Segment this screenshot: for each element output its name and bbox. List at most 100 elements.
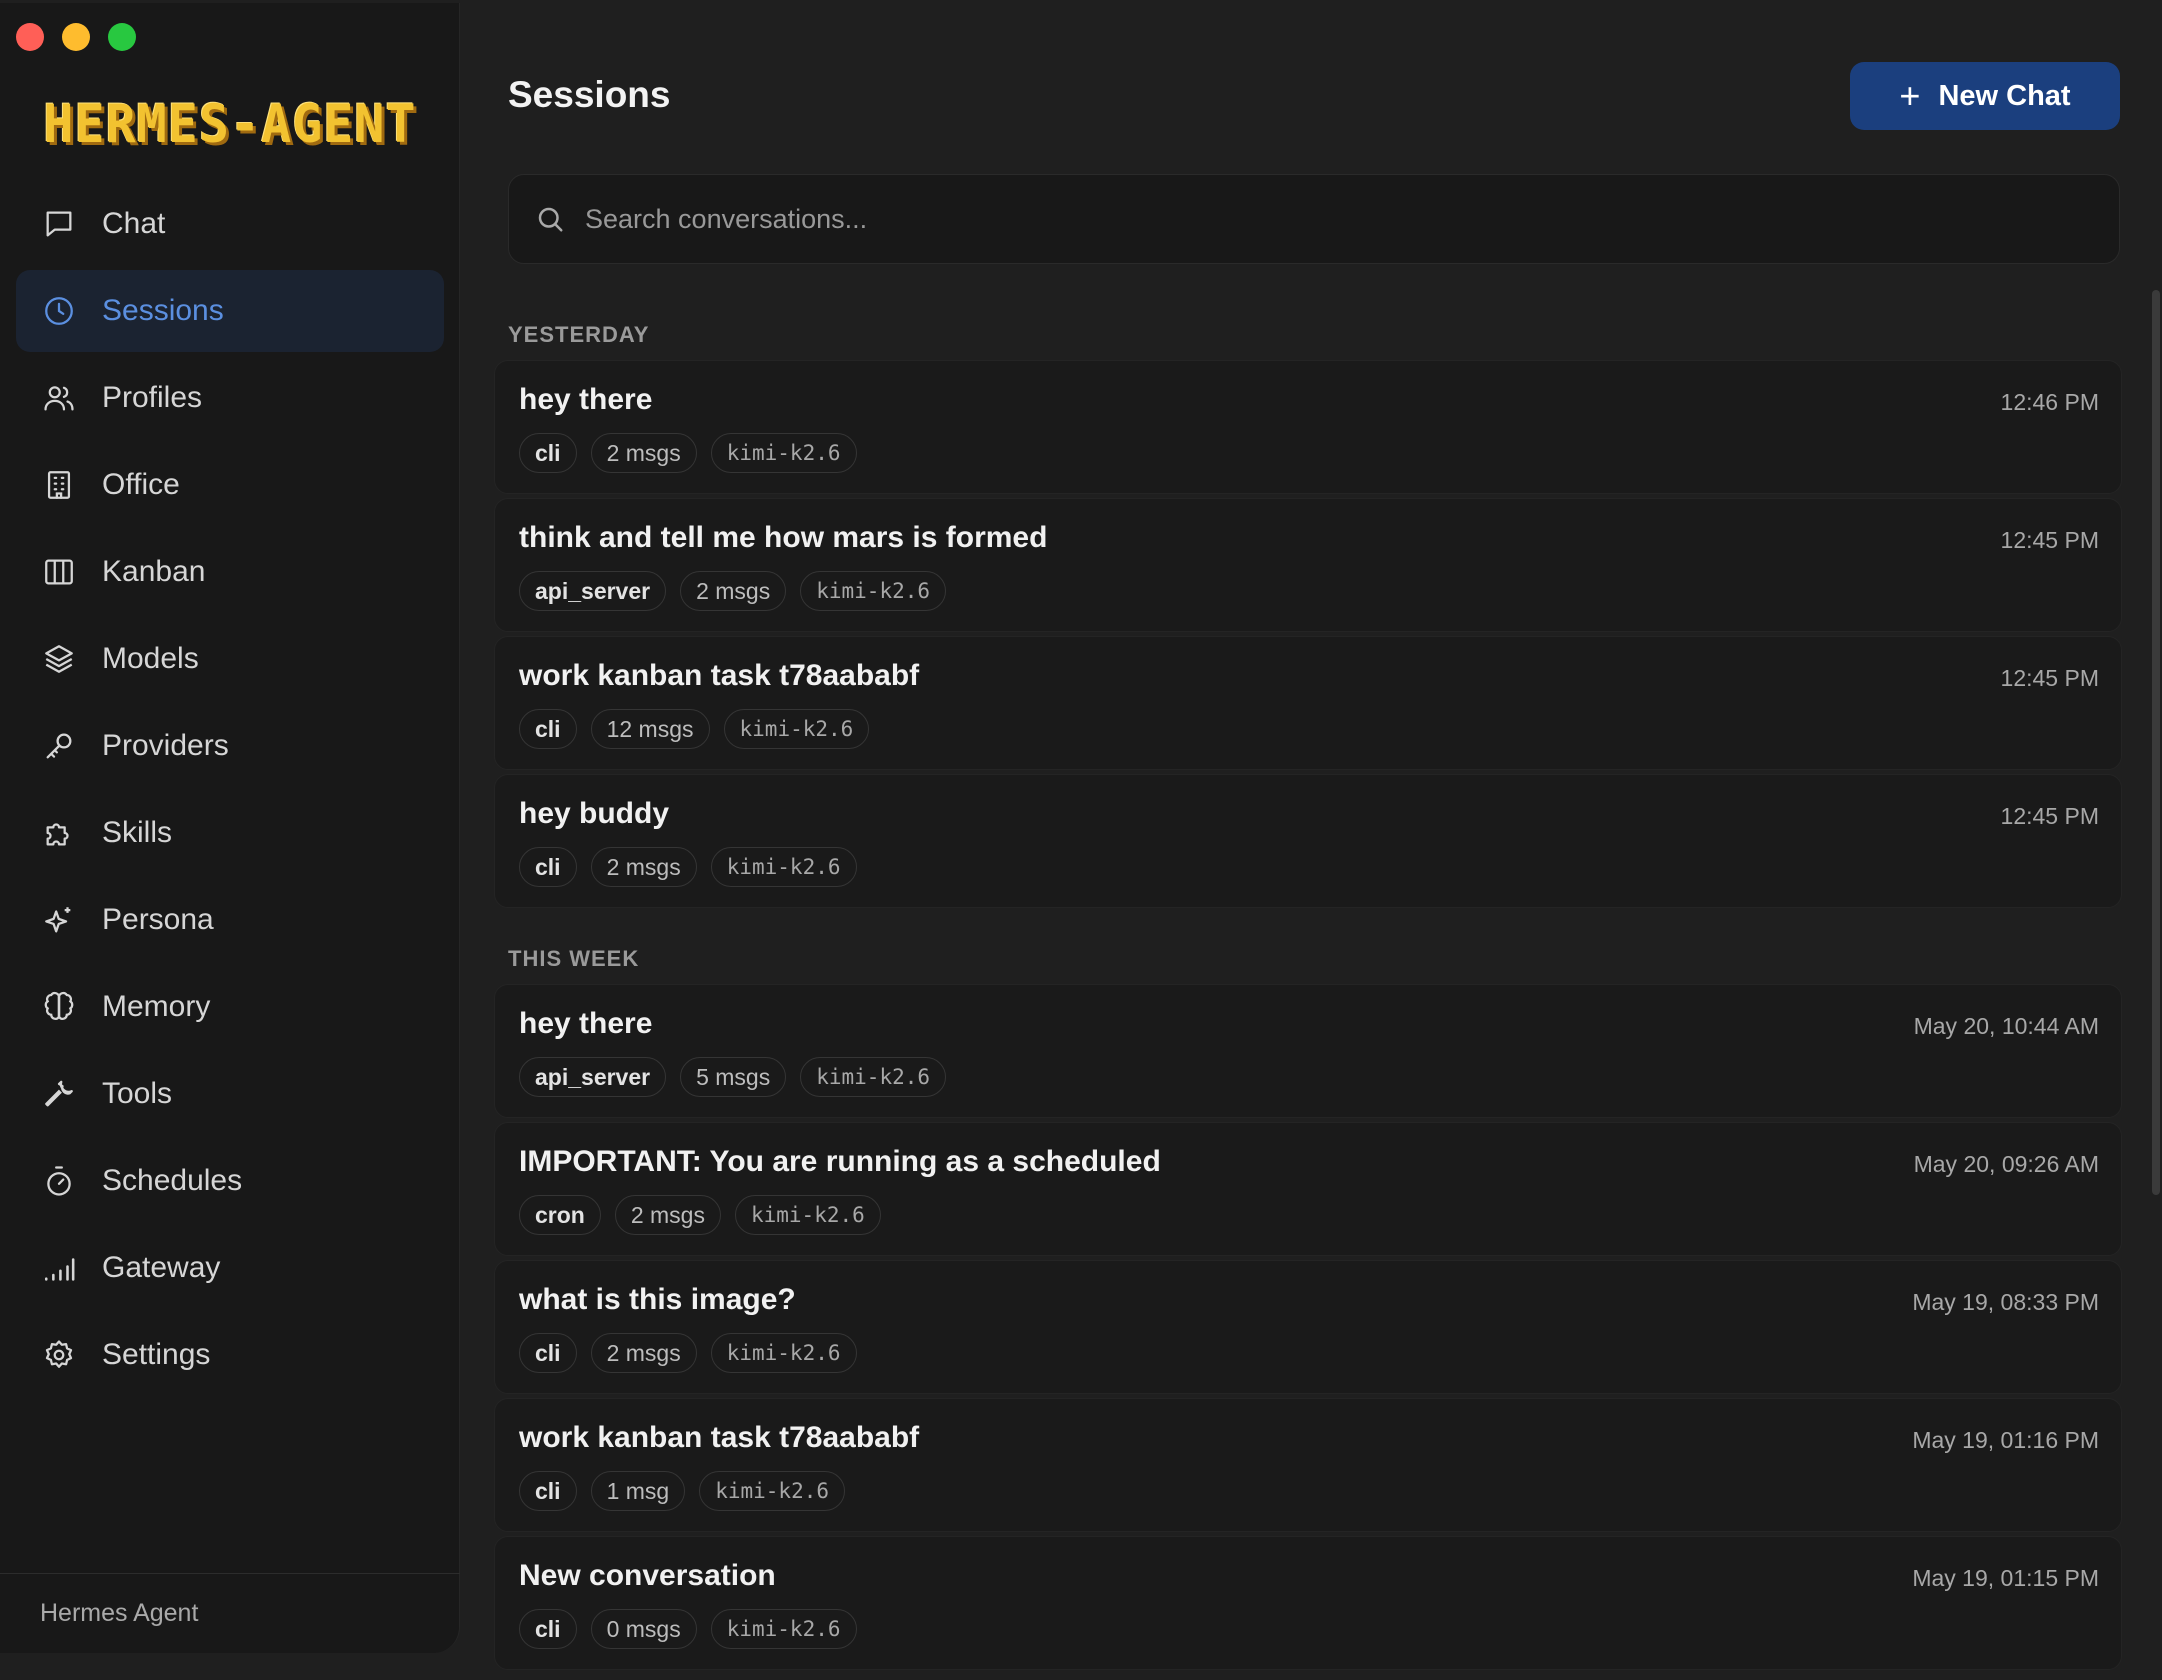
- session-time: May 19, 01:16 PM: [1912, 1427, 2099, 1453]
- source-badge: api_server: [519, 571, 667, 611]
- page-title: Sessions: [508, 74, 671, 115]
- model-badge: kimi-k2.6: [800, 1057, 947, 1097]
- source-badge: cli: [519, 433, 577, 473]
- session-tags: cli 2 msgs kimi-k2.6: [519, 1333, 857, 1373]
- session-title: think and tell me how mars is formed: [519, 521, 1048, 554]
- sidebar-item-chat[interactable]: Chat: [16, 183, 444, 265]
- sidebar-item-persona[interactable]: Persona: [16, 879, 444, 961]
- session-tags: api_server 2 msgs kimi-k2.6: [519, 571, 947, 611]
- message-count-badge: 2 msgs: [590, 433, 697, 473]
- search-input[interactable]: [583, 202, 1983, 236]
- sidebar-item-label: Chat: [102, 207, 166, 240]
- model-badge: kimi-k2.6: [710, 1609, 857, 1649]
- session-tags: cli 1 msg kimi-k2.6: [519, 1471, 846, 1511]
- session-tags: api_server 5 msgs kimi-k2.6: [519, 1057, 947, 1097]
- session-card[interactable]: hey there May 20, 10:44 AM api_server 5 …: [494, 984, 2122, 1118]
- zoom-window-button[interactable]: [108, 23, 136, 51]
- session-title: IMPORTANT: You are running as a schedule…: [519, 1145, 1161, 1178]
- search-bar: [508, 174, 2120, 264]
- new-chat-label: New Chat: [1938, 79, 2071, 112]
- session-tags: cli 12 msgs kimi-k2.6: [519, 709, 870, 749]
- session-title: New conversation: [519, 1559, 776, 1592]
- source-badge: cli: [519, 1471, 577, 1511]
- source-badge: api_server: [519, 1057, 667, 1097]
- sidebar-item-memory[interactable]: Memory: [16, 966, 444, 1048]
- session-card[interactable]: New conversation May 19, 01:15 PM cli 0 …: [494, 1536, 2122, 1670]
- sidebar-item-label: Persona: [102, 903, 214, 936]
- session-time: 12:45 PM: [2000, 803, 2099, 829]
- session-card[interactable]: think and tell me how mars is formed 12:…: [494, 498, 2122, 632]
- session-title: work kanban task t78aababf: [519, 659, 920, 692]
- sidebar-item-label: Tools: [102, 1077, 173, 1110]
- layers-icon: [45, 645, 73, 673]
- sidebar-item-gateway[interactable]: Gateway: [16, 1227, 444, 1309]
- model-badge: kimi-k2.6: [699, 1471, 846, 1511]
- app-logo: HERMES-AGENT: [43, 93, 417, 155]
- sidebar-item-label: Models: [102, 642, 199, 675]
- session-card[interactable]: hey buddy 12:45 PM cli 2 msgs kimi-k2.6: [494, 774, 2122, 908]
- clock-icon: [45, 297, 73, 325]
- source-badge: cli: [519, 847, 577, 887]
- sidebar-item-label: Profiles: [102, 381, 203, 414]
- sidebar-item-skills[interactable]: Skills: [16, 792, 444, 874]
- sidebar-item-office[interactable]: Office: [16, 444, 444, 526]
- scrollbar[interactable]: [2152, 290, 2160, 1195]
- sidebar-item-kanban[interactable]: Kanban: [16, 531, 444, 613]
- message-count-badge: 2 msgs: [614, 1195, 721, 1235]
- sidebar-item-label: Sessions: [102, 294, 224, 327]
- message-count-badge: 2 msgs: [590, 1333, 697, 1373]
- columns-icon: [45, 559, 73, 585]
- sidebar-item-providers[interactable]: Providers: [16, 705, 444, 787]
- sidebar-item-sessions[interactable]: Sessions: [16, 270, 444, 352]
- new-chat-button[interactable]: + New Chat: [1850, 62, 2120, 130]
- message-count-badge: 1 msg: [590, 1471, 686, 1511]
- session-title: what is this image?: [519, 1283, 796, 1316]
- model-badge: kimi-k2.6: [710, 847, 857, 887]
- signal-icon: [44, 1258, 75, 1281]
- session-card[interactable]: what is this image? May 19, 08:33 PM cli…: [494, 1260, 2122, 1394]
- session-time: May 20, 09:26 AM: [1913, 1151, 2099, 1177]
- model-badge: kimi-k2.6: [710, 433, 857, 473]
- message-count-badge: 12 msgs: [590, 709, 710, 749]
- main-content: Sessions + New Chat YESTERDAY hey there …: [460, 0, 2162, 1680]
- message-count-badge: 0 msgs: [590, 1609, 697, 1649]
- session-time: May 19, 01:15 PM: [1912, 1565, 2099, 1591]
- message-count-badge: 5 msgs: [680, 1057, 787, 1097]
- session-card[interactable]: work kanban task t78aababf 12:45 PM cli …: [494, 636, 2122, 770]
- sidebar-item-schedules[interactable]: Schedules: [16, 1140, 444, 1222]
- session-card[interactable]: hey there 12:46 PM cli 2 msgs kimi-k2.6: [494, 360, 2122, 494]
- session-card[interactable]: work kanban task t78aababf May 19, 01:16…: [494, 1398, 2122, 1532]
- message-count-badge: 2 msgs: [680, 571, 787, 611]
- model-badge: kimi-k2.6: [723, 709, 870, 749]
- sidebar-item-label: Gateway: [102, 1251, 221, 1284]
- session-time: 12:46 PM: [2000, 389, 2099, 415]
- brain-icon: [44, 991, 74, 1020]
- plus-icon: +: [1899, 75, 1921, 116]
- sidebar-item-settings[interactable]: Settings: [16, 1314, 444, 1396]
- search-icon: [538, 207, 563, 232]
- sidebar-item-label: Memory: [102, 990, 211, 1023]
- sidebar: HERMES-AGENT Chat Sessions Profiles Offi…: [0, 3, 460, 1653]
- window-controls: [16, 23, 136, 51]
- session-list-this-week: hey there May 20, 10:44 AM api_server 5 …: [494, 984, 2122, 1674]
- section-label-yesterday: YESTERDAY: [508, 322, 650, 347]
- sidebar-item-label: Skills: [102, 816, 173, 849]
- close-window-button[interactable]: [16, 23, 44, 51]
- minimize-window-button[interactable]: [62, 23, 90, 51]
- sidebar-item-label: Kanban: [102, 555, 206, 588]
- users-icon: [44, 386, 74, 411]
- timer-icon: [47, 1166, 71, 1196]
- session-tags: cron 2 msgs kimi-k2.6: [519, 1195, 881, 1235]
- footer-app-name: Hermes Agent: [40, 1599, 199, 1627]
- source-badge: cli: [519, 1609, 577, 1649]
- message-count-badge: 2 msgs: [590, 847, 697, 887]
- key-icon: [46, 733, 72, 759]
- session-card[interactable]: IMPORTANT: You are running as a schedule…: [494, 1122, 2122, 1256]
- session-title: hey there: [519, 383, 653, 416]
- sidebar-item-tools[interactable]: Tools: [16, 1053, 444, 1135]
- model-badge: kimi-k2.6: [734, 1195, 881, 1235]
- model-badge: kimi-k2.6: [710, 1333, 857, 1373]
- source-badge: cli: [519, 1333, 577, 1373]
- sidebar-item-models[interactable]: Models: [16, 618, 444, 700]
- sidebar-item-profiles[interactable]: Profiles: [16, 357, 444, 439]
